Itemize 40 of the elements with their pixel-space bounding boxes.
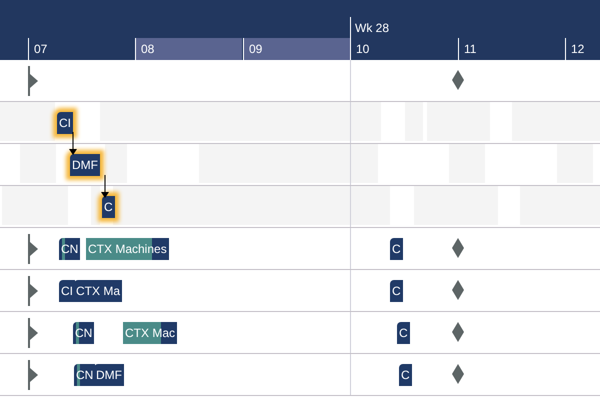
day-column-header[interactable]: 09	[243, 38, 350, 60]
task-bar[interactable]: CI	[57, 112, 73, 134]
task-bar[interactable]: CN	[59, 238, 80, 260]
availability-band	[405, 102, 423, 141]
task-bar[interactable]: CTX Mac	[123, 322, 178, 344]
task-bar[interactable]: DMF	[70, 154, 100, 176]
milestone-diamond-icon[interactable]	[452, 280, 464, 300]
week-label: Wk 28	[355, 20, 390, 37]
day-column-header[interactable]: 08	[135, 38, 242, 60]
task-bar[interactable]: DMF	[94, 364, 124, 386]
start-flag-icon	[28, 234, 39, 264]
dependency-arrow	[98, 175, 112, 199]
availability-band	[557, 144, 593, 183]
task-bar[interactable]: C	[390, 238, 403, 260]
task-bar[interactable]: CI	[59, 280, 75, 302]
task-bar[interactable]: C	[102, 196, 115, 218]
task-bar[interactable]: CN	[73, 322, 94, 344]
task-bar[interactable]: CN	[74, 364, 96, 386]
day-column-header[interactable]: 12	[565, 38, 600, 60]
task-bar[interactable]: CTX Ma	[74, 280, 122, 302]
availability-band	[20, 144, 56, 183]
day-column-header[interactable]: 11	[458, 38, 565, 60]
task-bar[interactable]: C	[399, 364, 412, 386]
dependency-arrow	[66, 132, 80, 156]
start-flag-icon	[28, 360, 39, 390]
milestone-diamond-icon[interactable]	[452, 322, 464, 342]
task-bar[interactable]: CTX Machines	[86, 238, 169, 260]
task-bar[interactable]: C	[397, 322, 410, 344]
start-flag-icon	[28, 318, 39, 348]
milestone-diamond-icon[interactable]	[452, 70, 464, 90]
milestone-diamond-icon[interactable]	[452, 364, 464, 384]
day-column-header[interactable]: 10	[350, 38, 457, 60]
availability-band	[427, 102, 490, 141]
task-bar[interactable]: C	[390, 280, 403, 302]
milestone-diamond-icon[interactable]	[452, 238, 464, 258]
start-flag-icon	[28, 276, 39, 306]
availability-band	[91, 186, 100, 225]
availability-band	[105, 144, 127, 183]
start-flag-icon	[28, 66, 39, 96]
availability-band	[449, 144, 485, 183]
